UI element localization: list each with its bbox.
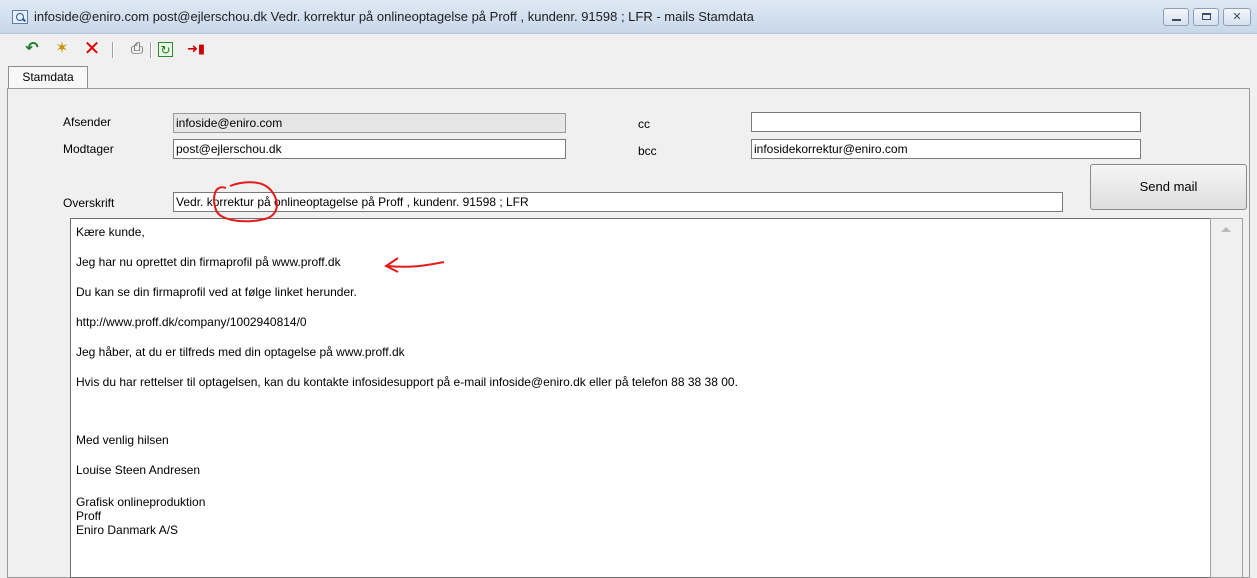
afsender-label: Afsender	[63, 115, 112, 129]
app-magnifier-icon	[12, 10, 28, 24]
maximize-icon	[1202, 13, 1211, 20]
body-line: Du kan se din firmaprofil ved at følge l…	[76, 285, 357, 299]
mail-body-textarea[interactable]: Kære kunde, Jeg har nu oprettet din firm…	[70, 218, 1214, 578]
body-line: Jeg håber, at du er tilfreds med din opt…	[76, 345, 405, 359]
toolbar: ↶ ✶ ✕ ⎙ ↻ ➜▮	[0, 34, 1257, 64]
window-title: infoside@eniro.com post@ejlerschou.dk Ve…	[34, 9, 754, 24]
afsender-field[interactable]: infoside@eniro.com	[173, 113, 566, 133]
return-icon[interactable]: ↶	[22, 40, 42, 58]
refresh-icon[interactable]: ↻	[158, 42, 173, 57]
bcc-label: bcc	[638, 144, 657, 158]
cc-field[interactable]	[751, 112, 1141, 132]
vertical-scrollbar[interactable]	[1210, 218, 1243, 578]
body-line: Eniro Danmark A/S	[76, 523, 179, 537]
minimize-icon	[1172, 19, 1181, 21]
scroll-up-arrow-icon[interactable]	[1221, 227, 1231, 232]
body-line: Proff	[76, 509, 102, 523]
modtager-field[interactable]: post@ejlerschou.dk	[173, 139, 566, 159]
toolbar-separator	[112, 42, 114, 58]
body-line: Louise Steen Andresen	[76, 463, 201, 477]
exit-icon[interactable]: ➜▮	[186, 40, 206, 58]
bcc-field[interactable]: infosidekorrektur@eniro.com	[751, 139, 1141, 159]
body-line: http://www.proff.dk/company/1002940814/0	[76, 315, 307, 329]
close-icon: ✕	[1232, 11, 1242, 23]
new-icon[interactable]: ✶	[52, 40, 72, 58]
modtager-label: Modtager	[63, 142, 114, 156]
close-button[interactable]: ✕	[1223, 8, 1251, 26]
print-icon[interactable]: ⎙	[127, 40, 147, 58]
delete-icon[interactable]: ✕	[82, 39, 102, 59]
overskrift-field[interactable]: Vedr. korrektur på onlineoptagelse på Pr…	[173, 192, 1063, 212]
body-line: Grafisk onlineproduktion	[76, 495, 206, 509]
minimize-button[interactable]	[1163, 8, 1189, 26]
body-line: Kære kunde,	[76, 225, 145, 239]
overskrift-label: Overskrift	[63, 196, 115, 210]
cc-label: cc	[638, 117, 650, 131]
title-bar: infoside@eniro.com post@ejlerschou.dk Ve…	[0, 0, 1257, 34]
toolbar-separator	[150, 42, 152, 58]
send-mail-button[interactable]: Send mail	[1090, 164, 1247, 210]
body-line: Med venlig hilsen	[76, 433, 169, 447]
tab-stamdata[interactable]: Stamdata	[8, 66, 88, 88]
body-line: Hvis du har rettelser til optagelsen, ka…	[76, 375, 738, 389]
body-line: Jeg har nu oprettet din firmaprofil på w…	[76, 255, 341, 269]
maximize-button[interactable]	[1193, 8, 1219, 26]
